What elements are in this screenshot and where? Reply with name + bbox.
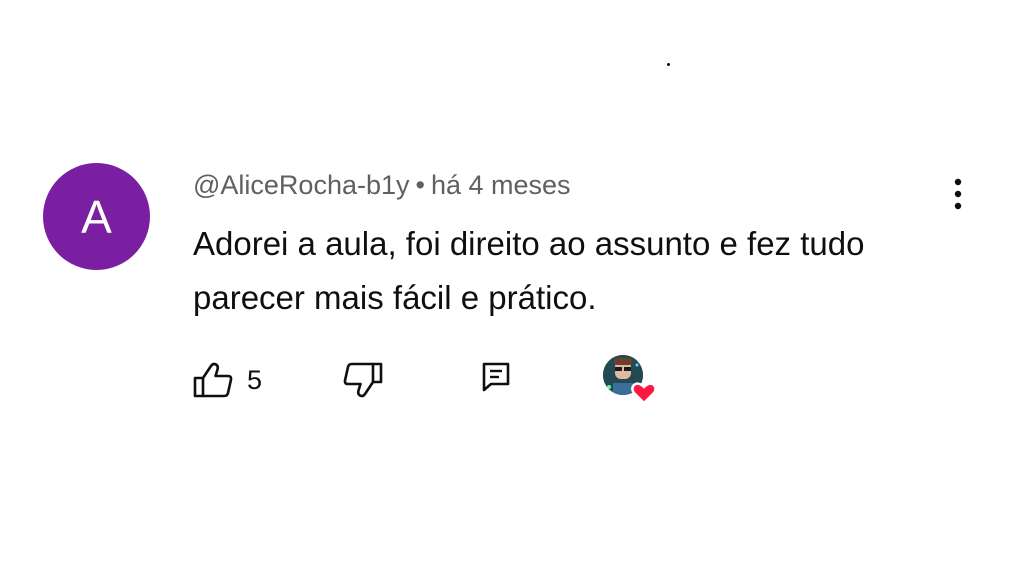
like-button[interactable]: 5 [192,361,262,399]
thumbs-up-icon [193,362,233,398]
creator-heart [601,353,661,405]
comment-timestamp[interactable]: há 4 meses [431,170,571,200]
thumbs-down-icon [343,362,383,398]
comment-meta: @AliceRocha-b1y • há 4 meses [193,168,571,202]
dislike-button[interactable] [342,361,384,399]
comment-text: Adorei a aula, foi direito ao assunto e … [193,225,865,316]
reply-button[interactable] [481,361,511,393]
comment-reply-icon [482,362,510,392]
avatar[interactable]: A [43,163,150,270]
meta-separator: • [415,170,425,200]
more-vert-icon [954,178,962,210]
like-count: 5 [247,364,263,395]
creator-heart-icon [603,355,657,405]
more-options-button[interactable] [940,174,976,214]
stray-dot [667,63,670,66]
comment-author[interactable]: @AliceRocha-b1y [193,170,410,200]
avatar-letter: A [81,190,112,243]
